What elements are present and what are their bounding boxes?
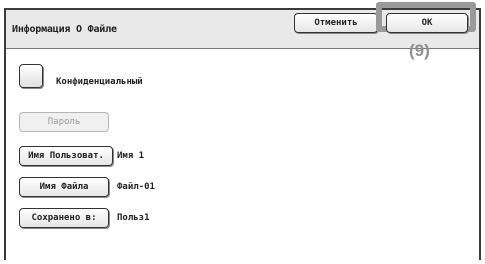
ok-button[interactable]: ОК	[386, 13, 468, 33]
password-button[interactable]: Пароль	[19, 112, 109, 132]
confidential-checkbox[interactable]	[19, 64, 43, 88]
saved-to-button[interactable]: Сохранено в:	[19, 208, 109, 228]
file-name-button[interactable]: Имя Файла	[19, 177, 109, 197]
confidential-label: Конфиденциальный	[56, 77, 143, 87]
dialog-title: Информация О Файле	[12, 24, 117, 35]
user-name-value: Имя 1	[117, 151, 145, 161]
saved-to-value: Польз1	[117, 213, 150, 223]
user-name-button[interactable]: Имя Пользоват.	[19, 146, 113, 166]
file-name-value: Файл-01	[117, 182, 155, 192]
cancel-button[interactable]: Отменить	[294, 13, 378, 33]
step-callout: (9)	[409, 41, 430, 60]
